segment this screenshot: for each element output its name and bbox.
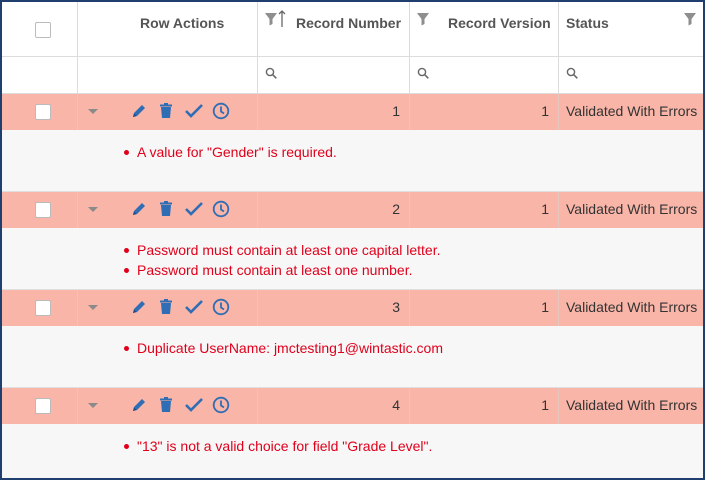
record-version: 1 [541,201,549,217]
row-actions-cell [78,192,258,228]
error-detail-row: Password must contain at least one capit… [2,228,703,290]
check-icon[interactable] [184,298,204,316]
table-row[interactable]: 4 1 Validated With Errors [2,388,703,424]
status-text: Validated With Errors [566,397,698,413]
table-row[interactable]: 2 1 Validated With Errors [2,192,703,228]
record-number-filter[interactable] [258,57,410,93]
table-row[interactable]: 3 1 Validated With Errors [2,290,703,326]
filter-icon[interactable] [683,12,697,26]
record-number: 4 [392,397,400,413]
row-checkbox[interactable] [35,104,51,120]
column-label: Row Actions [140,15,225,31]
expand-row-caret-icon[interactable] [88,305,98,310]
record-version: 1 [541,103,549,119]
records-grid: Row Actions Record Number Record Version… [2,2,703,478]
error-list: Duplicate UserName: jmctesting1@wintasti… [122,338,443,358]
column-header-status[interactable]: Status [559,2,703,56]
column-label: Status [566,15,609,31]
row-select-cell [2,192,78,228]
record-number-cell: 2 [258,192,410,228]
expand-row-caret-icon[interactable] [88,207,98,212]
record-number: 1 [392,103,400,119]
error-message: Password must contain at least one numbe… [122,260,441,280]
search-icon [265,67,277,79]
record-version-cell: 1 [410,192,559,228]
column-label: Record Number [296,15,402,31]
status-text: Validated With Errors [566,103,698,119]
grid-header: Row Actions Record Number Record Version… [2,2,703,57]
error-detail-row: A value for "Gender" is required. [2,130,703,192]
clock-icon[interactable] [212,102,230,120]
row-actions-cell [78,290,258,326]
record-number-cell: 4 [258,388,410,424]
filter-cell-empty [78,57,258,93]
grid-frame: Row Actions Record Number Record Version… [0,0,705,480]
record-number-cell: 3 [258,290,410,326]
record-version-cell: 1 [410,94,559,130]
check-icon[interactable] [184,200,204,218]
error-message: Duplicate UserName: jmctesting1@wintasti… [122,338,443,358]
column-header-record-version[interactable]: Record Version [410,2,559,56]
check-icon[interactable] [184,396,204,414]
sort-icon[interactable] [278,10,286,28]
error-detail-row: Duplicate UserName: jmctesting1@wintasti… [2,326,703,388]
status-filter[interactable] [559,57,703,93]
row-select-cell [2,94,78,130]
trash-icon[interactable] [157,298,175,316]
filter-cell-empty [2,57,78,93]
select-all-cell [2,2,78,56]
record-version-filter[interactable] [410,57,559,93]
select-all-checkbox[interactable] [35,22,51,38]
column-header-row-actions: Row Actions [78,2,258,56]
error-message: Password must contain at least one capit… [122,240,441,260]
clock-icon[interactable] [212,200,230,218]
row-select-cell [2,388,78,424]
table-row[interactable]: 1 1 Validated With Errors [2,94,703,130]
status-cell: Validated With Errors [559,290,703,326]
row-actions-cell [78,388,258,424]
expand-row-caret-icon[interactable] [88,109,98,114]
trash-icon[interactable] [157,102,175,120]
record-version: 1 [541,299,549,315]
expand-row-caret-icon[interactable] [88,403,98,408]
row-checkbox[interactable] [35,300,51,316]
clock-icon[interactable] [212,298,230,316]
error-detail-row: "13" is not a valid choice for field "Gr… [2,424,703,478]
pencil-icon[interactable] [130,102,148,120]
row-checkbox[interactable] [35,202,51,218]
status-text: Validated With Errors [566,201,698,217]
status-cell: Validated With Errors [559,192,703,228]
filter-row [2,57,703,94]
pencil-icon[interactable] [130,200,148,218]
clock-icon[interactable] [212,396,230,414]
record-number: 2 [392,201,400,217]
record-number: 3 [392,299,400,315]
record-version: 1 [541,397,549,413]
error-message: "13" is not a valid choice for field "Gr… [122,436,432,456]
pencil-icon[interactable] [130,298,148,316]
status-text: Validated With Errors [566,299,698,315]
trash-icon[interactable] [157,200,175,218]
check-icon[interactable] [184,102,204,120]
column-label: Record Version [448,15,551,31]
row-actions-cell [78,94,258,130]
filter-icon[interactable] [264,12,278,26]
error-list: "13" is not a valid choice for field "Gr… [122,436,432,456]
record-version-cell: 1 [410,388,559,424]
status-cell: Validated With Errors [559,94,703,130]
search-icon [566,67,578,79]
record-version-cell: 1 [410,290,559,326]
record-number-cell: 1 [258,94,410,130]
pencil-icon[interactable] [130,396,148,414]
filter-icon[interactable] [416,12,430,26]
trash-icon[interactable] [157,396,175,414]
row-select-cell [2,290,78,326]
error-list: Password must contain at least one capit… [122,240,441,280]
column-header-record-number[interactable]: Record Number [258,2,410,56]
error-message: A value for "Gender" is required. [122,142,337,162]
status-cell: Validated With Errors [559,388,703,424]
row-checkbox[interactable] [35,398,51,414]
search-icon [417,67,429,79]
error-list: A value for "Gender" is required. [122,142,337,162]
